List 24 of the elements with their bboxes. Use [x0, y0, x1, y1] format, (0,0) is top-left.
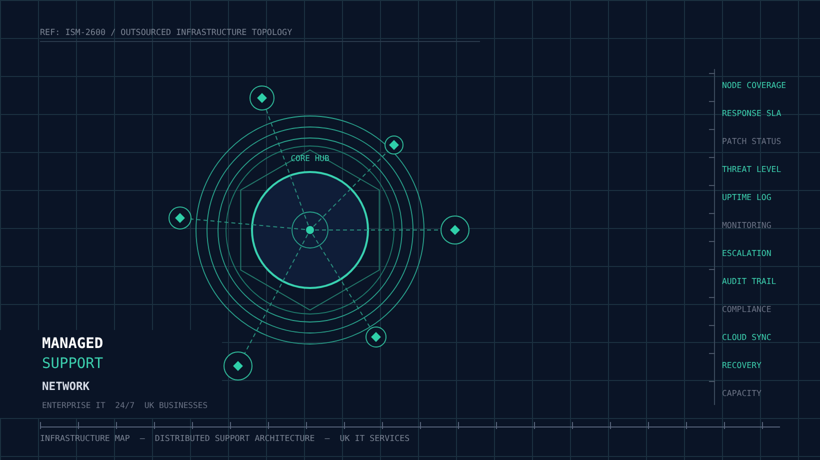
metric-label: AUDIT TRAIL — [722, 276, 776, 286]
reference-title: REF: ISM-2600 / OUTSOURCED INFRASTRUCTURE TOPOLOGY — [40, 26, 480, 42]
metric-label: CLOUD SYNC — [722, 332, 772, 342]
metric-label: RESPONSE SLA — [722, 108, 782, 118]
metric-label: PATCH STATUS — [722, 136, 782, 146]
network-node — [384, 136, 404, 154]
brand-heading: NETWORK — [42, 379, 91, 395]
brand-tagline: ENTERPRISE IT 24/7 UK BUSINESSES — [42, 399, 208, 412]
network-node — [168, 206, 192, 230]
metric-label: NODE COVERAGE — [722, 80, 786, 90]
hub-label: CORE HUB — [290, 154, 330, 163]
network-node — [440, 216, 470, 244]
network-node — [366, 326, 386, 348]
metric-label: RECOVERY — [722, 360, 762, 370]
footer-caption: INFRASTRUCTURE MAP — DISTRIBUTED SUPPORT ARCHITECTURE — UK IT SERVICES — [40, 432, 410, 444]
brand-subtitle: SUPPORT — [42, 355, 104, 374]
metric-label: MONITORING — [722, 220, 772, 230]
metric-label: UPTIME LOG — [722, 192, 772, 202]
brand-title: MANAGED — [42, 335, 104, 354]
metric-label: CAPACITY — [722, 388, 762, 398]
metric-label: THREAT LEVEL — [722, 164, 782, 174]
metric-label: COMPLIANCE — [722, 304, 772, 314]
metric-label: ESCALATION — [722, 248, 772, 258]
network-node — [250, 86, 274, 110]
